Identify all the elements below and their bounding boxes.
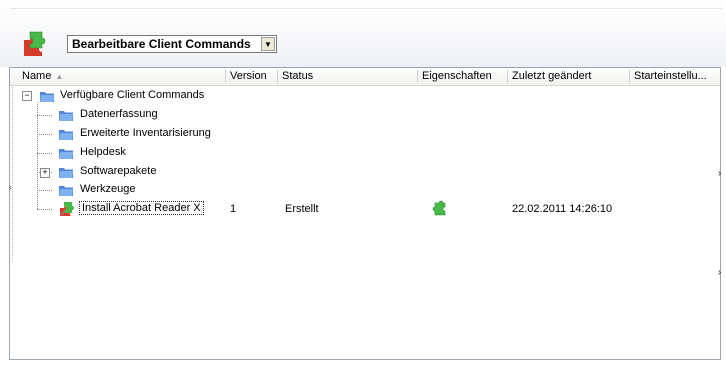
column-header: Name ▲ Version Status Eigenschaften Zulet… — [10, 68, 720, 86]
green-puzzle-icon[interactable] — [432, 200, 448, 216]
toolbar-divider — [10, 8, 722, 9]
tree-line — [37, 115, 52, 116]
tree-item-helpdesk[interactable]: Helpdesk — [80, 146, 126, 158]
tree-line — [37, 102, 38, 209]
expand-toggle[interactable]: + — [40, 168, 50, 178]
tree-item-install-acrobat[interactable]: Install Acrobat Reader X — [79, 201, 204, 215]
left-collapse-icon-2[interactable]: ‹ — [9, 182, 12, 192]
col-header-modified[interactable]: Zuletzt geändert — [508, 70, 630, 83]
tree-item-softwarepakete[interactable]: Softwarepakete — [80, 165, 156, 177]
folder-icon — [40, 92, 54, 102]
item-version: 1 — [230, 203, 237, 215]
col-header-name[interactable]: Name ▲ — [18, 70, 226, 83]
col-header-version[interactable]: Version — [226, 70, 278, 83]
col-status-label: Status — [282, 70, 314, 82]
item-modified: 22.02.2011 14:26:10 — [512, 203, 613, 215]
left-splitter[interactable] — [9, 67, 13, 262]
folder-icon — [59, 130, 73, 140]
command-type-dropdown[interactable]: Bearbeitbare Client Commands ▼ — [67, 35, 277, 53]
right-expand-icon[interactable]: › — [718, 168, 721, 179]
tree-line — [37, 134, 52, 135]
folder-icon — [59, 149, 73, 159]
folder-icon — [59, 186, 73, 196]
item-status: Erstellt — [285, 203, 319, 215]
tree-root-label[interactable]: Verfügbare Client Commands — [60, 89, 204, 101]
tree-item-erweiterte-inventarisierung[interactable]: Erweiterte Inventarisierung — [80, 127, 211, 139]
tree-item-werkzeuge[interactable]: Werkzeuge — [80, 183, 135, 195]
col-header-properties[interactable]: Eigenschaften — [418, 70, 508, 83]
col-header-status[interactable]: Status — [278, 70, 418, 83]
tree-line — [37, 190, 52, 191]
col-properties-label: Eigenschaften — [422, 70, 492, 82]
puzzle-icon — [24, 31, 46, 56]
col-header-start[interactable]: Starteinstellu... — [630, 70, 718, 83]
tree-item-datenerfassung[interactable]: Datenerfassung — [80, 108, 158, 120]
tree-line — [37, 209, 52, 210]
col-name-label: Name — [22, 70, 52, 82]
col-version-label: Version — [230, 70, 267, 82]
command-puzzle-icon — [60, 202, 74, 216]
tree-line — [37, 153, 52, 154]
toolbar-area — [0, 0, 726, 67]
collapse-toggle[interactable]: − — [22, 91, 32, 101]
sort-asc-icon: ▲ — [55, 72, 64, 81]
dropdown-selected-value: Bearbeitbare Client Commands — [72, 37, 251, 51]
folder-icon — [59, 168, 73, 178]
chevron-down-icon[interactable]: ▼ — [261, 37, 275, 51]
col-modified-label: Zuletzt geändert — [512, 70, 592, 82]
folder-icon — [59, 111, 73, 121]
col-start-label: Starteinstellu... — [634, 70, 707, 82]
right-expand-icon-2[interactable]: › — [718, 267, 721, 278]
